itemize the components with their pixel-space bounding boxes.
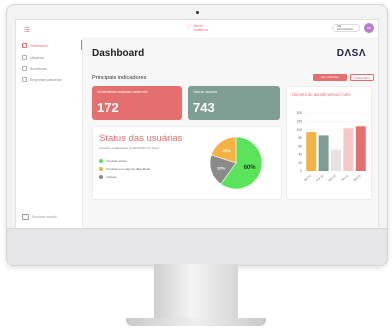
x-tick-label: Jan 22 [303,173,312,182]
sidebar-item-dashboard[interactable]: Dashboard [22,41,48,50]
brand-line2: Materno [193,27,209,32]
bar [318,135,329,171]
status-subtitle: Usuários cadastradas no BebêMaterno Dasa [99,146,159,150]
pie-slice-label: 20% [223,148,231,153]
users-card: Total de usuários 743 [188,86,280,120]
x-tick-label: Fev 22 [315,173,324,182]
y-tick-label: 20 [298,161,302,165]
user-name: Administrador [337,28,354,31]
pie-slice-label: 20% [217,165,225,170]
filter-button[interactable]: Aplicar filtro [350,74,374,81]
y-tick-label: 60 [298,144,302,148]
legend-dot [99,159,103,163]
attendances-value: 172 [97,100,119,115]
active-indicator [80,40,82,50]
legend-label: Usuárias ativas [106,159,127,163]
status-card: Status das usuárias Usuários cadastradas… [92,126,282,200]
sidebar-item-label: Dashboard [30,43,48,48]
attendances-label: Atendimentos realizados neste mês [97,90,148,94]
reports-button[interactable]: Ver relatórios [313,74,347,81]
brand-logo[interactable]: ♡ Bebê Materno [186,24,208,32]
bar [306,132,317,171]
x-tick-label: Abr 22 [340,173,349,182]
sidebar-item-benefits[interactable]: Benefícios [22,64,47,73]
users-icon [22,55,27,60]
sidebar: ☰ Dashboard Usuários Benefícios Empresas… [16,20,83,228]
bar [355,126,366,171]
legend-item-active: Usuárias ativas [99,159,127,163]
menu-icon[interactable]: ☰ [24,26,30,34]
camera-dot [196,11,199,14]
sidebar-item-label: Empresas parceiras [30,77,62,82]
sidebar-item-partners[interactable]: Empresas parceiras [22,75,62,84]
sidebar-item-users[interactable]: Usuários [22,53,44,62]
dashboard-icon [22,43,27,48]
bar [343,128,354,171]
attendances-bar-card: Número de atendimentos / mês 0 20 40 60 80 10… [286,86,372,200]
legend-label: Usuárias com alguma dificuldade [106,167,151,171]
benefits-icon [22,66,27,71]
app-screen: ☰ Dashboard Usuários Benefícios Empresas… [15,19,379,229]
sidebar-item-label: Benefícios [30,66,47,71]
user-menu[interactable]: Olá Administrador [332,24,360,32]
monitor-base [126,318,266,326]
y-tick-label: 40 [298,153,302,157]
monitor-chin [7,228,387,265]
avatar[interactable]: AD [364,23,374,33]
y-tick-label: 200 [297,111,303,115]
bar [331,149,341,171]
attendances-bar-chart: 0 20 40 60 80 100 150 200 Jan 22 Fev 22 Mar 22 Abr … [297,111,367,182]
y-tick-label: 80 [298,136,302,140]
legend-dot [99,175,103,179]
users-value: 743 [193,100,215,115]
legend-label: Inativas [106,175,117,179]
partners-icon [22,77,27,82]
status-pie-chart: 60% 20% 20% [209,136,263,190]
sidebar-item-label: Usuários [30,55,45,60]
page-title: Dashboard [92,48,145,59]
attendances-card: Atendimentos realizados neste mês 172 [92,86,182,120]
monitor-stand [154,264,238,319]
y-tick-label: 100 [297,128,303,132]
status-title: Status das usuárias [99,133,183,144]
logout-button[interactable]: Encerrar sessão [22,214,57,220]
pie-slice-label: 60% [244,165,257,171]
y-tick-label: 0 [300,169,302,173]
bar-chart-title: Número de atendimentos / mês [292,92,351,97]
x-tick-label: Mai 22 [352,173,361,182]
logout-label: Encerrar sessão [32,215,57,219]
legend-dot [99,167,103,171]
users-label: Total de usuários [193,90,218,94]
legend-item-inactive: Inativas [99,175,116,179]
topbar: ♡ Bebê Materno Olá Administrador AD [82,20,378,39]
logout-icon [22,214,29,220]
x-tick-label: Mar 22 [327,173,337,182]
section-title: Principais indicadores [92,75,147,81]
dasa-logo: DΛSΛ [336,48,366,59]
monitor-frame: ☰ Dashboard Usuários Benefícios Empresas… [6,4,388,266]
heart-icon: ♡ [186,25,192,31]
y-tick-label: 150 [297,119,303,123]
legend-item-difficulty: Usuárias com alguma dificuldade [99,167,150,171]
